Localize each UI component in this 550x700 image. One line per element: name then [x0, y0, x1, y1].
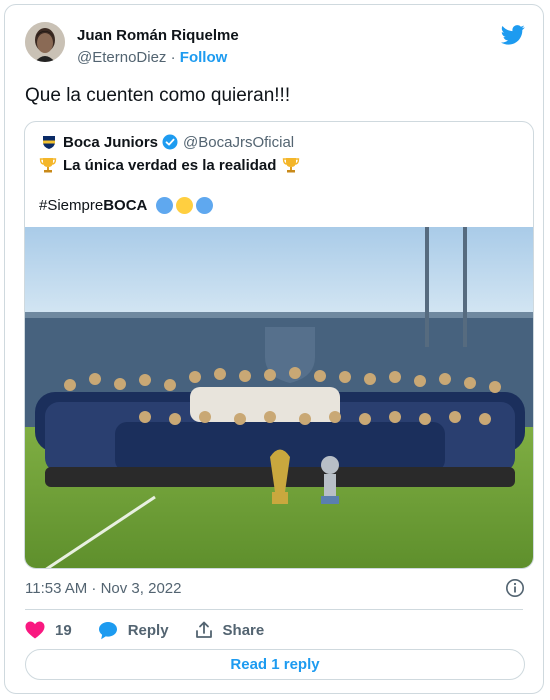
blue-circle-icon — [196, 197, 214, 214]
quoted-line1-text: La única verdad es la realidad — [63, 156, 277, 174]
read-replies-button[interactable]: Read 1 reply — [25, 649, 525, 680]
reply-button[interactable]: Reply — [98, 621, 169, 640]
reply-label: Reply — [127, 621, 169, 639]
follow-button[interactable]: Follow — [180, 49, 228, 66]
like-count: 19 — [55, 621, 72, 639]
tweet-text: Que la cuenten como quieran!!! — [25, 85, 291, 106]
reply-bubble-icon — [98, 621, 117, 639]
quoted-author-name[interactable]: Boca Juniors — [63, 134, 158, 151]
team-photo[interactable] — [25, 227, 533, 569]
quoted-header: Boca Juniors @BocaJrsOficial — [41, 132, 294, 152]
author-name[interactable]: Juan Román Riquelme — [77, 27, 239, 44]
quoted-text-line1: La única verdad es la realidad — [39, 156, 300, 174]
info-icon[interactable] — [505, 578, 525, 598]
author-meta: @EternoDiez · Follow — [77, 49, 227, 66]
author-handle[interactable]: @EternoDiez — [77, 49, 166, 66]
tweet-timestamp[interactable]: 11:53 AM · Nov 3, 2022 — [25, 580, 181, 597]
share-icon — [195, 621, 212, 638]
verified-badge-icon — [162, 134, 178, 150]
share-label: Share — [222, 621, 265, 639]
trophy-icon — [39, 158, 57, 173]
quoted-hashtag-line: #SiempreBOCA — [39, 197, 214, 214]
avatar[interactable] — [25, 22, 65, 62]
tweet-card: Juan Román Riquelme @EternoDiez · Follow… — [4, 4, 544, 694]
share-button[interactable]: Share — [195, 621, 265, 639]
like-button[interactable]: 19 — [25, 621, 72, 639]
divider — [25, 609, 523, 610]
boca-crest-icon — [43, 136, 55, 149]
action-bar: 19 Reply Share — [25, 618, 290, 642]
heart-icon — [25, 621, 45, 639]
blue-circle-icon — [156, 197, 174, 214]
quoted-author-handle[interactable]: @BocaJrsOficial — [183, 134, 294, 151]
yellow-circle-icon — [176, 197, 194, 214]
quoted-tweet[interactable]: Boca Juniors @BocaJrsOficial La única ve… — [24, 121, 534, 569]
meta-separator: · — [170, 49, 176, 66]
hashtag-link[interactable]: #SiempreBOCA — [39, 197, 147, 214]
twitter-bird-icon[interactable] — [501, 25, 525, 45]
trophy-icon — [283, 158, 300, 173]
